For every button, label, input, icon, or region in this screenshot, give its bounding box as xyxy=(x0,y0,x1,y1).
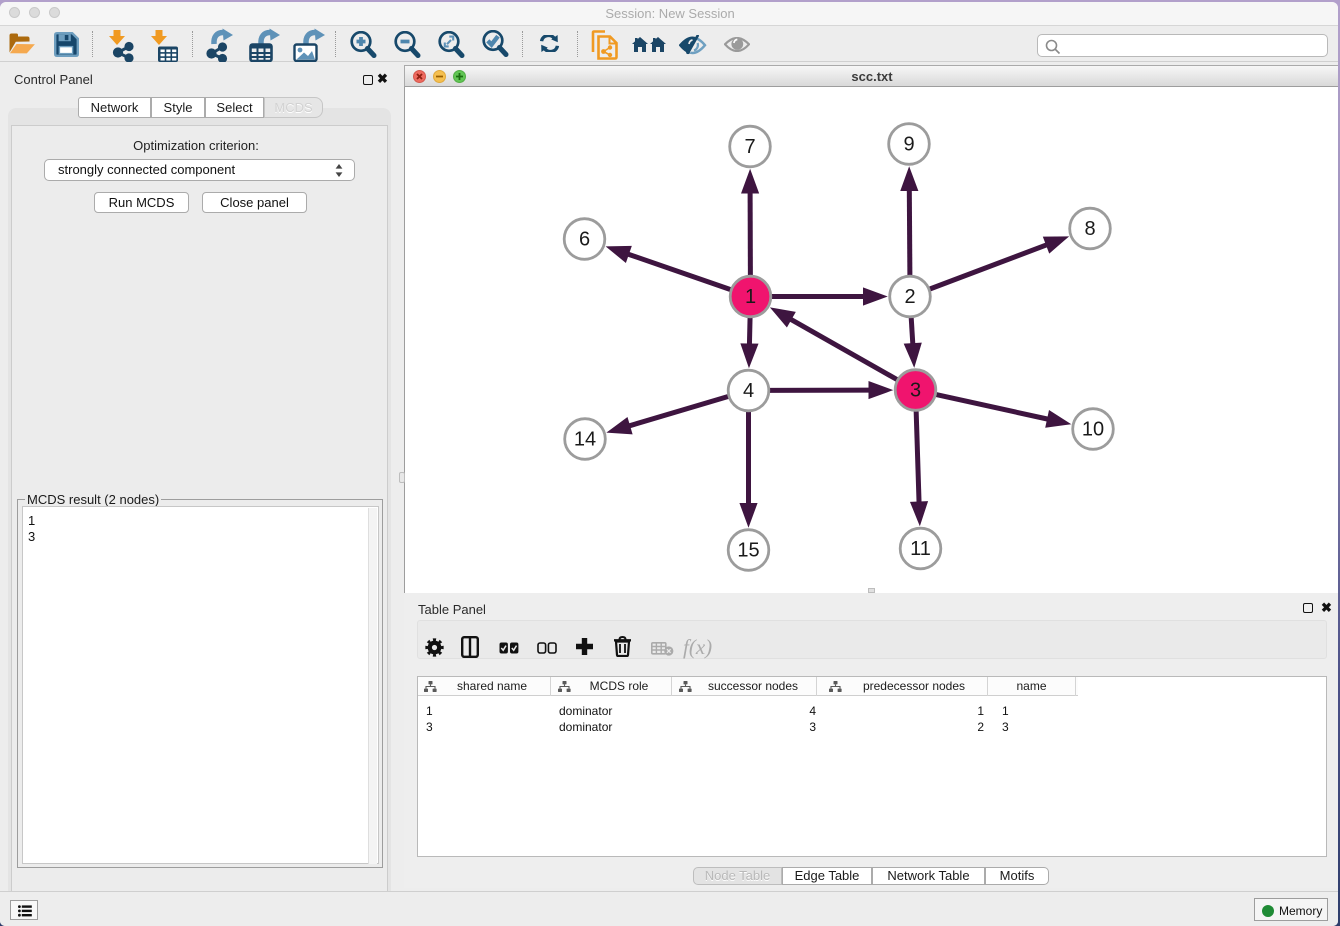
svg-text:3: 3 xyxy=(910,380,921,402)
svg-text:2: 2 xyxy=(904,286,915,308)
svg-text:1: 1 xyxy=(745,286,756,308)
svg-text:14: 14 xyxy=(574,429,596,451)
svg-text:9: 9 xyxy=(903,134,914,156)
svg-text:6: 6 xyxy=(579,229,590,251)
svg-text:4: 4 xyxy=(743,380,754,402)
svg-text:11: 11 xyxy=(910,538,931,560)
svg-text:10: 10 xyxy=(1082,419,1104,441)
svg-text:8: 8 xyxy=(1084,218,1095,240)
svg-text:15: 15 xyxy=(737,540,759,562)
svg-text:7: 7 xyxy=(744,136,755,158)
